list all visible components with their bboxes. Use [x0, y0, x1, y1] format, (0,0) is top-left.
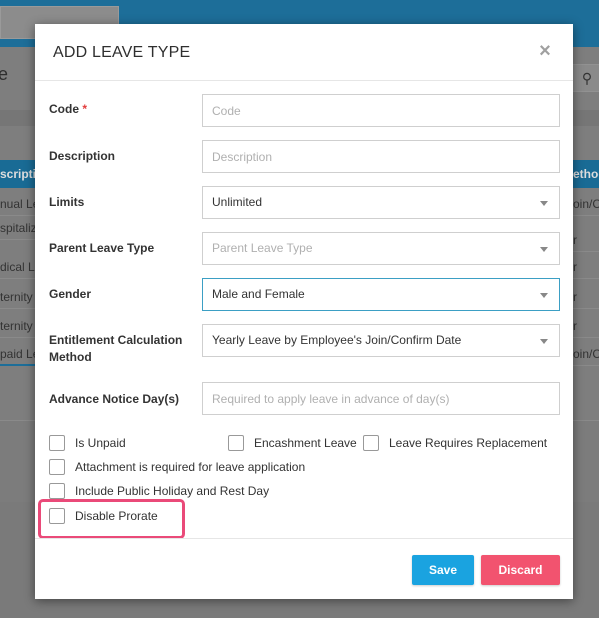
entitlement-method-select[interactable]: Yearly Leave by Employee's Join/Confirm … — [202, 324, 560, 357]
table-row: oin/Co — [573, 342, 599, 366]
modal-title: ADD LEAVE TYPE — [53, 44, 191, 61]
table-row: spitaliz — [0, 216, 40, 240]
checkbox-box[interactable] — [49, 483, 65, 499]
table-row: nual Le — [0, 192, 40, 216]
checkbox-box[interactable] — [49, 435, 65, 451]
chevron-down-icon — [540, 247, 548, 252]
app-heading: e — [0, 64, 9, 84]
modal-footer: Save Discard — [35, 538, 573, 599]
search-icon: ⚲ — [572, 64, 599, 92]
advance-notice-label: Advance Notice Day(s) — [49, 392, 180, 406]
discard-button[interactable]: Discard — [481, 555, 560, 585]
add-leave-type-modal: ADD LEAVE TYPE × Code * Description Limi… — [35, 24, 573, 599]
leave-requires-replacement-checkbox[interactable]: Leave Requires Replacement — [363, 435, 547, 451]
table-row: r — [573, 228, 599, 252]
code-label: Code * — [49, 102, 88, 116]
table-header-right: ethod — [573, 160, 599, 188]
save-button[interactable]: Save — [412, 555, 474, 585]
include-public-holiday-checkbox[interactable]: Include Public Holiday and Rest Day — [49, 483, 269, 499]
checkbox-box[interactable] — [228, 435, 244, 451]
advance-notice-input[interactable] — [202, 382, 560, 415]
encashment-leave-checkbox[interactable]: Encashment Leave — [228, 435, 357, 451]
description-label: Description — [49, 149, 116, 163]
table-row: r — [573, 285, 599, 309]
gender-value: Male and Female — [212, 287, 305, 301]
parent-leave-type-label: Parent Leave Type — [49, 241, 155, 255]
gender-label: Gender — [49, 287, 92, 301]
checkbox-box[interactable] — [363, 435, 379, 451]
code-input[interactable] — [202, 94, 560, 127]
description-input[interactable] — [202, 140, 560, 173]
entitlement-method-value: Yearly Leave by Employee's Join/Confirm … — [212, 333, 462, 347]
limits-select[interactable]: Unlimited — [202, 186, 560, 219]
chevron-down-icon — [540, 339, 548, 344]
chevron-down-icon — [540, 293, 548, 298]
entitlement-method-label: Entitlement Calculation Method — [49, 333, 183, 364]
checkbox-box[interactable] — [49, 459, 65, 475]
parent-leave-type-select[interactable]: Parent Leave Type — [202, 232, 560, 265]
is-unpaid-checkbox[interactable]: Is Unpaid — [49, 435, 126, 451]
gender-select[interactable]: Male and Female — [202, 278, 560, 311]
required-asterisk: * — [82, 102, 88, 116]
chevron-down-icon — [540, 201, 548, 206]
limits-label: Limits — [49, 195, 85, 209]
attachment-required-checkbox[interactable]: Attachment is required for leave applica… — [49, 459, 305, 475]
table-row: oin/Co — [573, 192, 599, 216]
table-row: r — [573, 314, 599, 338]
table-row: ternity — [0, 314, 40, 338]
table-row: dical Le — [0, 255, 40, 279]
close-icon[interactable]: × — [535, 41, 555, 61]
limits-value: Unlimited — [212, 195, 263, 209]
highlight-annotation — [38, 499, 185, 539]
table-row: r — [573, 255, 599, 279]
table-row: ternity — [0, 285, 40, 309]
parent-leave-type-value: Parent Leave Type — [212, 241, 313, 255]
modal-header: ADD LEAVE TYPE × — [35, 24, 573, 81]
table-row: paid Le — [0, 342, 40, 366]
table-header-left: scriptio — [0, 160, 40, 188]
